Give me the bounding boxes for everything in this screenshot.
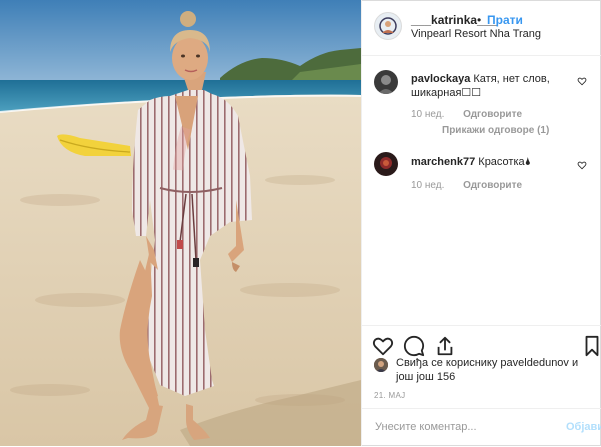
share-icon[interactable] — [434, 335, 456, 357]
commenter-avatar[interactable] — [374, 70, 398, 94]
commenter-avatar[interactable] — [374, 152, 398, 176]
post-photo[interactable] — [0, 0, 361, 446]
comment-item: marchenk77 Красотка🌢 10 нед. Одговорите — [362, 152, 601, 197]
comment-input[interactable]: Унесите коментар... — [375, 421, 477, 433]
comment-meta: 10 нед. Одговорите — [411, 180, 538, 191]
show-replies-button[interactable]: Прикажи одговоре (1) — [442, 125, 549, 136]
author-avatar[interactable] — [374, 12, 402, 40]
comment-username[interactable]: pavlockaya — [411, 73, 470, 85]
comment-item: pavlockaya Катя, нет слов, шикарная☐☐ 10… — [362, 68, 601, 143]
heart-icon[interactable] — [372, 335, 394, 357]
author-username[interactable]: ___katrinka___ — [411, 13, 497, 27]
heart-icon[interactable] — [577, 76, 587, 86]
post-header: ___katrinka___ • Прати Vinpearl Resort N… — [362, 0, 601, 56]
comment-text: pavlockaya Катя, нет слов, шикарная☐☐ — [411, 72, 575, 100]
commenter-avatar-image — [374, 152, 398, 176]
likes-text[interactable]: Свиђа се кориснику paveldedunov и још јо… — [396, 356, 596, 384]
separator-dot: • — [477, 13, 482, 27]
post-comment-button[interactable]: Објави — [566, 421, 601, 433]
liker-avatar-image — [374, 358, 388, 372]
bookmark-icon[interactable] — [584, 335, 600, 357]
add-comment-bar: Унесите коментар... Објави — [362, 408, 601, 447]
commenter-avatar-image — [374, 70, 398, 94]
liker-avatar[interactable] — [374, 358, 388, 372]
comment-age: 10 нед. — [411, 180, 445, 191]
comment-age: 10 нед. — [411, 109, 445, 120]
comment-text: marchenk77 Красотка🌢 — [411, 155, 575, 169]
heart-icon[interactable] — [577, 160, 587, 170]
reply-button[interactable]: Одговорите — [463, 109, 522, 120]
comment-body: Красотка🌢 — [478, 156, 532, 168]
follow-button[interactable]: Прати — [487, 13, 523, 27]
comment-icon[interactable] — [403, 335, 425, 357]
beach-photo-image — [0, 0, 361, 446]
reply-button[interactable]: Одговорите — [463, 180, 522, 191]
post-date[interactable]: 21. МАЈ — [374, 391, 405, 400]
post-sidebar: ___katrinka___ • Прати Vinpearl Resort N… — [361, 0, 601, 446]
comment-username[interactable]: marchenk77 — [411, 156, 475, 168]
comment-meta: 10 нед. Одговорите — [411, 109, 538, 120]
author-avatar-image — [375, 13, 401, 39]
post-location[interactable]: Vinpearl Resort Nha Trang — [411, 28, 541, 40]
